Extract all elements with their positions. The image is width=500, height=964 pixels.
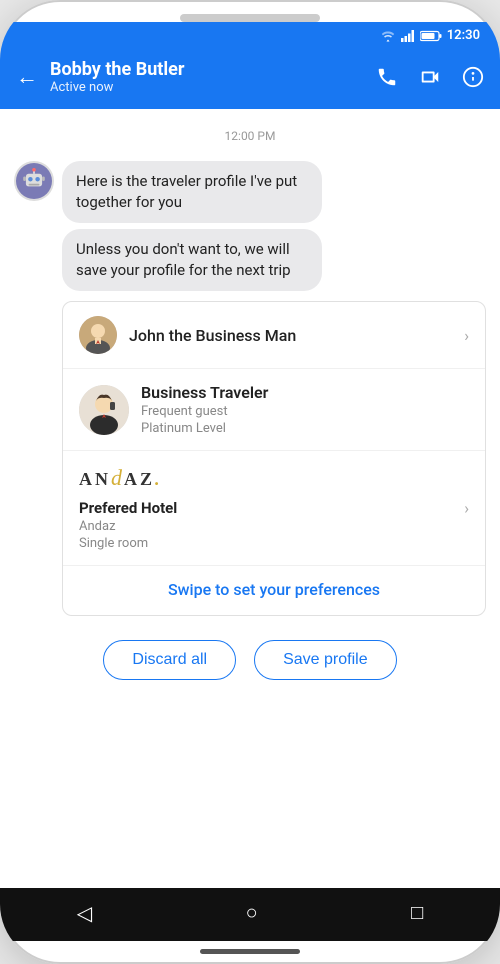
hotel-label: Prefered Hotel <box>79 499 469 517</box>
bot-bubble-1: Here is the traveler profile I've put to… <box>62 161 322 223</box>
save-profile-button[interactable]: Save profile <box>254 640 397 680</box>
swipe-row[interactable]: Swipe to set your preferences <box>63 565 485 615</box>
bottom-notch <box>200 949 300 954</box>
traveler-avatar <box>79 385 129 435</box>
nav-recent-icon[interactable]: □ <box>411 900 423 925</box>
chat-header: ← Bobby the Butler Active now <box>0 49 500 109</box>
clock: 12:30 <box>447 28 480 43</box>
profile-chevron: › <box>464 326 469 345</box>
call-icon[interactable] <box>376 66 398 88</box>
traveler-sub2: Platinum Level <box>141 421 268 436</box>
traveler-avatar-img <box>79 385 129 435</box>
profile-card: John the Business Man › <box>62 301 486 616</box>
profile-name-label: John the Business Man <box>129 326 452 345</box>
profile-avatar-img <box>79 316 117 354</box>
bot-avatar <box>14 161 54 201</box>
swipe-label[interactable]: Swipe to set your preferences <box>168 580 380 599</box>
signal-icon <box>401 30 415 42</box>
contact-status: Active now <box>50 80 364 95</box>
header-action-icons <box>376 66 484 88</box>
traveler-row: Business Traveler Frequent guest Platinu… <box>63 369 485 451</box>
action-buttons-row: Discard all Save profile <box>14 626 486 698</box>
wifi-icon <box>380 30 396 42</box>
robot-icon <box>16 163 52 199</box>
traveler-type: Business Traveler <box>141 383 268 402</box>
hotel-chevron: › <box>464 499 469 518</box>
profile-avatar <box>79 316 117 354</box>
bot-messages: Here is the traveler profile I've put to… <box>62 161 486 291</box>
contact-name: Bobby the Butler <box>50 59 364 80</box>
discard-button[interactable]: Discard all <box>103 640 236 680</box>
nav-home-icon[interactable]: ○ <box>246 900 258 925</box>
header-contact-info: Bobby the Butler Active now <box>50 59 364 95</box>
bot-bubble-2: Unless you don't want to, we will save y… <box>62 229 322 291</box>
traveler-info: Business Traveler Frequent guest Platinu… <box>141 383 268 436</box>
andaz-logo: ANdAZ. <box>79 465 469 491</box>
bot-message-row-1: Here is the traveler profile I've put to… <box>14 161 486 291</box>
hotel-room-type: Single room <box>79 536 469 551</box>
hotel-section[interactable]: ANdAZ. Prefered Hotel Andaz Single room … <box>63 451 485 565</box>
message-timestamp: 12:00 PM <box>14 129 486 143</box>
status-bar: 12:30 <box>0 22 500 49</box>
phone-frame: 12:30 ← Bobby the Butler Active now <box>0 0 500 964</box>
video-icon[interactable] <box>418 66 442 88</box>
info-icon[interactable] <box>462 66 484 88</box>
profile-name-row[interactable]: John the Business Man › <box>63 302 485 369</box>
back-button[interactable]: ← <box>16 64 38 90</box>
nav-bar: ◁ ○ □ <box>0 888 500 941</box>
battery-icon <box>420 30 442 42</box>
top-notch <box>180 14 320 22</box>
traveler-sub1: Frequent guest <box>141 404 268 419</box>
nav-back-icon[interactable]: ◁ <box>77 901 92 925</box>
hotel-name: Andaz <box>79 519 469 534</box>
chat-area: 12:00 PM <box>0 109 500 888</box>
